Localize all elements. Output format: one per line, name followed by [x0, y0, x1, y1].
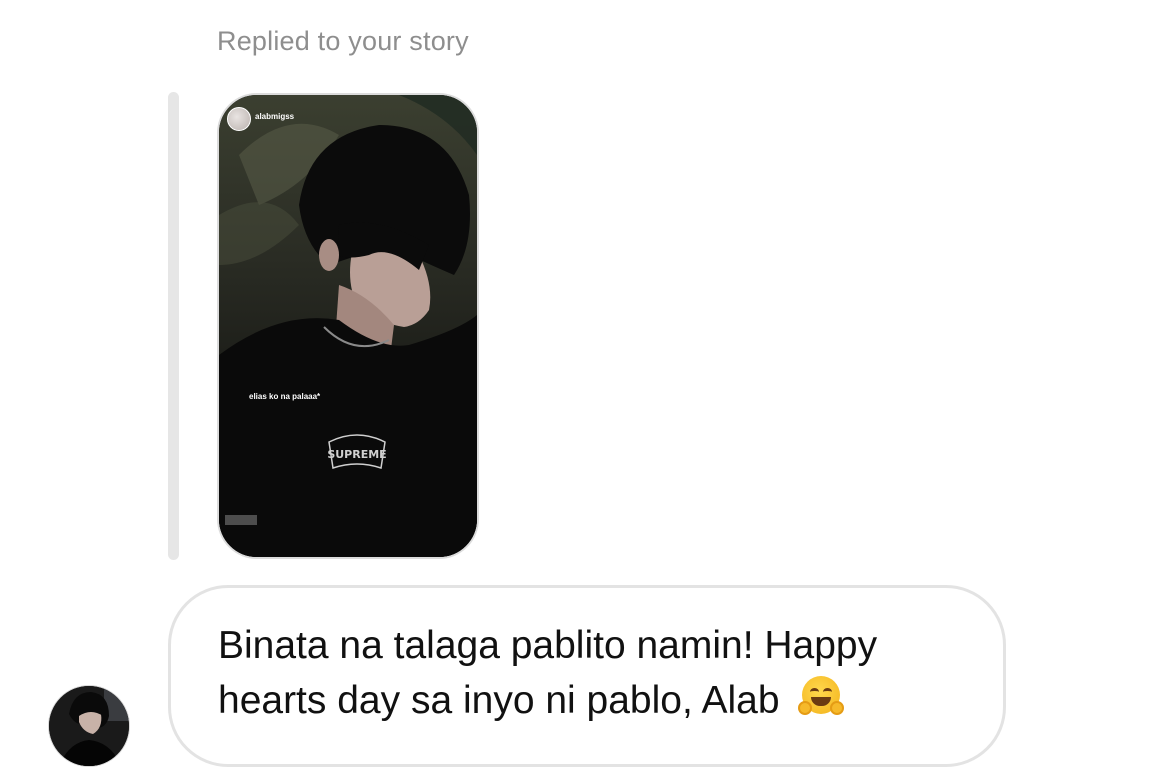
story-preview-card[interactable]: SUPREME alabmigss elias ko na palaaa* [217, 93, 479, 559]
story-photo: SUPREME [219, 95, 477, 557]
story-username: alabmigss [255, 112, 295, 121]
replied-to-story-label: Replied to your story [217, 26, 469, 56]
reply-quote-bar [168, 92, 179, 560]
hugging-face-emoji-icon [796, 673, 846, 723]
story-author-avatar [227, 107, 251, 131]
avatar-photo [49, 686, 129, 766]
story-caption: elias ko na palaaa* [249, 392, 321, 401]
message-bubble[interactable]: Binata na talaga pablito namin! Happy he… [168, 585, 1006, 767]
svg-text:SUPREME: SUPREME [327, 448, 386, 461]
sender-avatar[interactable] [48, 685, 130, 767]
message-text: Binata na talaga pablito namin! Happy he… [218, 624, 878, 722]
